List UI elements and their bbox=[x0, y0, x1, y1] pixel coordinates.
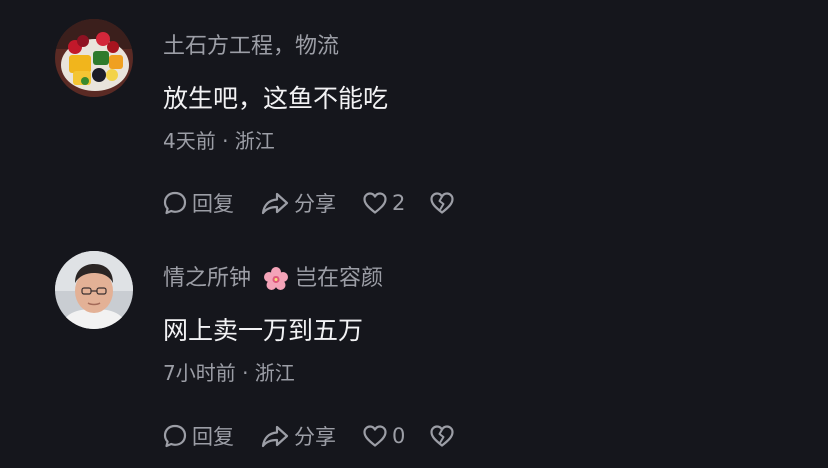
broken-heart-icon bbox=[430, 192, 454, 214]
man-portrait-avatar-icon bbox=[55, 251, 133, 329]
user-avatar[interactable] bbox=[55, 251, 133, 329]
share-arrow-icon bbox=[261, 192, 289, 215]
share-arrow-icon bbox=[261, 425, 289, 448]
like-button[interactable]: 2 bbox=[362, 191, 405, 215]
comment-username[interactable]: 土石方工程，物流 bbox=[163, 33, 339, 61]
reply-label: 回复 bbox=[192, 192, 234, 216]
like-count: 2 bbox=[392, 191, 406, 215]
reply-button[interactable]: 回复 bbox=[162, 421, 234, 451]
comment-meta: 7小时前 · 浙江 bbox=[163, 361, 295, 385]
reply-label: 回复 bbox=[192, 425, 234, 449]
comment-actions: 回复 分享 0 bbox=[162, 420, 455, 452]
user-avatar[interactable] bbox=[55, 19, 133, 97]
comment-text: 放生吧，这鱼不能吃 bbox=[163, 84, 389, 113]
dislike-button[interactable] bbox=[429, 424, 455, 448]
reply-bubble-icon bbox=[163, 191, 187, 215]
username-text: 土石方工程，物流 bbox=[163, 34, 340, 59]
reply-bubble-icon bbox=[163, 424, 187, 448]
heart-icon bbox=[363, 425, 387, 447]
comment-item: 情之所钟 岂在容颜 网上卖一万到五万 7小时前 · 浙江 回复 分享 0 bbox=[0, 234, 828, 468]
comment-username[interactable]: 情之所钟 岂在容颜 bbox=[163, 265, 383, 293]
comment-list: 土石方工程，物流 放生吧，这鱼不能吃 4天前 · 浙江 回复 分享 2 情之所钟… bbox=[0, 0, 828, 468]
share-button[interactable]: 分享 bbox=[260, 188, 336, 218]
share-label: 分享 bbox=[294, 425, 336, 449]
dislike-button[interactable] bbox=[429, 191, 455, 215]
fruit-platter-avatar-icon bbox=[55, 19, 133, 97]
share-label: 分享 bbox=[294, 192, 336, 216]
reply-button[interactable]: 回复 bbox=[162, 188, 234, 218]
comment-item: 土石方工程，物流 放生吧，这鱼不能吃 4天前 · 浙江 回复 分享 2 bbox=[0, 0, 828, 234]
heart-icon bbox=[363, 192, 387, 214]
like-button[interactable]: 0 bbox=[362, 424, 405, 448]
share-button[interactable]: 分享 bbox=[260, 421, 336, 451]
broken-heart-icon bbox=[430, 425, 454, 447]
cherry-blossom-icon bbox=[264, 267, 289, 290]
comment-actions: 回复 分享 2 bbox=[162, 187, 455, 219]
username-text: 情之所钟 bbox=[163, 266, 252, 291]
badge-text: 岂在容颜 bbox=[295, 266, 384, 291]
comment-meta: 4天前 · 浙江 bbox=[163, 129, 275, 153]
comment-text: 网上卖一万到五万 bbox=[163, 316, 364, 345]
like-count: 0 bbox=[392, 424, 406, 448]
